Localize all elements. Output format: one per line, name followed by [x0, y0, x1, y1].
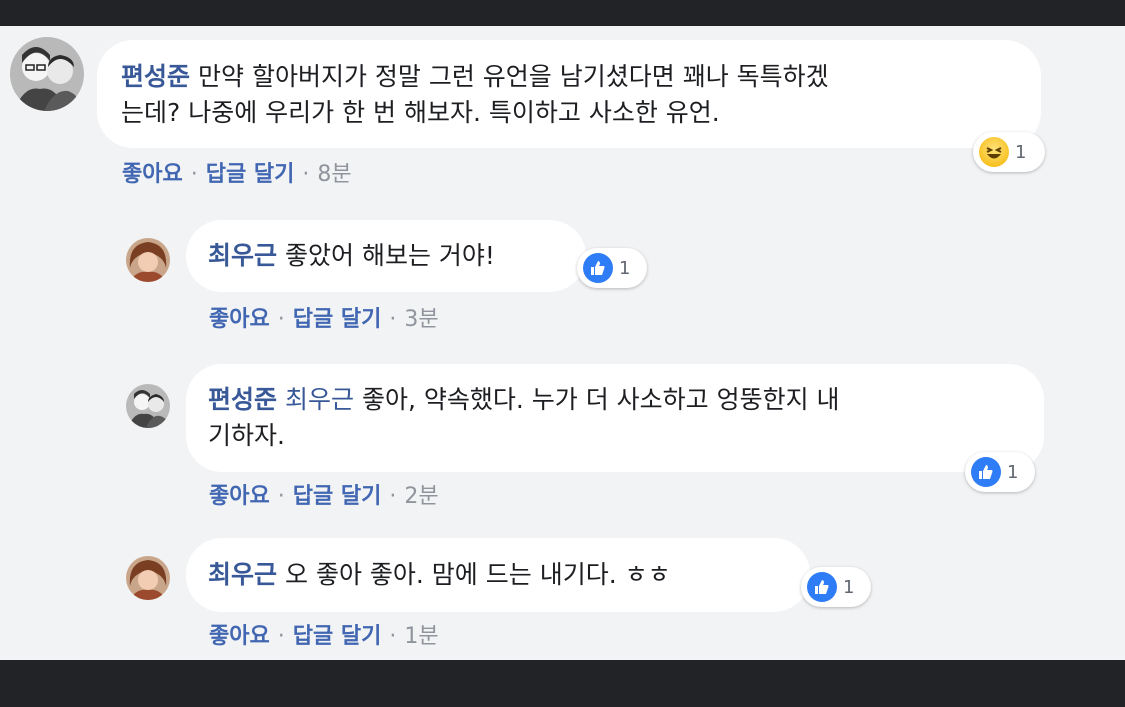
person-avatar-icon [126, 238, 170, 282]
reply-button[interactable]: 답글 달기 [206, 162, 295, 187]
reaction-count: 1 [619, 257, 631, 279]
separator: · [277, 624, 285, 649]
avatar[interactable] [10, 37, 84, 111]
timestamp[interactable]: 2분 [404, 484, 438, 509]
reply-button[interactable]: 답글 달기 [293, 484, 382, 509]
like-button[interactable]: 좋아요 [209, 484, 270, 509]
comment-bubble: 최우근 오 좋아 좋아. 맘에 드는 내기다. ㅎㅎ [186, 538, 810, 612]
reaction-badge[interactable]: 1 [965, 452, 1035, 492]
reaction-count: 1 [843, 576, 855, 598]
couple-avatar-icon [126, 384, 170, 428]
separator: · [389, 484, 397, 509]
comment-text: 는데? 나중에 우리가 한 번 해보자. 특이하고 사소한 유언. [121, 98, 720, 127]
comment-bubble: 최우근 좋았어 해보는 거야! [186, 220, 586, 292]
comment-actions: 좋아요 · 답글 달기 · 1분 [209, 618, 439, 650]
like-icon [583, 253, 613, 283]
like-icon [807, 572, 837, 602]
comment-actions: 좋아요 · 답글 달기 · 3분 [209, 301, 439, 333]
comment-line: 편성준 최우근 좋아, 약속했다. 누가 더 사소하고 엉뚱한지 내 [208, 382, 1022, 418]
comment-text: 좋아, 약속했다. 누가 더 사소하고 엉뚱한지 내 [361, 385, 840, 414]
reaction-badge[interactable]: 1 [973, 132, 1045, 172]
comment-actions: 좋아요 · 답글 달기 · 2분 [209, 478, 439, 510]
avatar[interactable] [126, 238, 170, 282]
timestamp[interactable]: 1분 [404, 624, 438, 649]
comment-bubble: 편성준 만약 할아버지가 정말 그런 유언을 남기셨다면 꽤나 독특하겠 는데? … [97, 40, 1041, 148]
avatar[interactable] [126, 384, 170, 428]
comment-actions: 좋아요 · 답글 달기 · 8분 [122, 156, 352, 188]
comment-text: 좋았어 해보는 거야! [285, 241, 495, 270]
comment-thread: 편성준 만약 할아버지가 정말 그런 유언을 남기셨다면 꽤나 독특하겠 는데? … [0, 26, 1125, 660]
comment-author[interactable]: 편성준 [121, 62, 190, 91]
reaction-badge[interactable]: 1 [801, 567, 871, 607]
like-button[interactable]: 좋아요 [122, 162, 183, 187]
reaction-badge[interactable]: 1 [577, 248, 647, 288]
comment-text: 오 좋아 좋아. 맘에 드는 내기다. ㅎㅎ [285, 560, 671, 589]
haha-icon [979, 137, 1009, 167]
comment-author[interactable]: 편성준 [208, 385, 277, 414]
like-button[interactable]: 좋아요 [209, 624, 270, 649]
separator: · [302, 162, 310, 187]
reply-button[interactable]: 답글 달기 [293, 624, 382, 649]
reaction-count: 1 [1015, 141, 1027, 163]
comment-text: 기하자. [208, 421, 285, 450]
reply-button[interactable]: 답글 달기 [293, 307, 382, 332]
separator: · [389, 307, 397, 332]
couple-avatar-icon [10, 37, 84, 111]
mention-link[interactable]: 최우근 [285, 385, 354, 414]
separator: · [277, 307, 285, 332]
separator: · [389, 624, 397, 649]
comment-bubble: 편성준 최우근 좋아, 약속했다. 누가 더 사소하고 엉뚱한지 내 기하자. [186, 364, 1044, 472]
like-button[interactable]: 좋아요 [209, 307, 270, 332]
separator: · [277, 484, 285, 509]
person-avatar-icon [126, 556, 170, 600]
like-icon [971, 457, 1001, 487]
comment-line: 편성준 만약 할아버지가 정말 그런 유언을 남기셨다면 꽤나 독특하겠 [121, 59, 1017, 95]
comment-text: 만약 할아버지가 정말 그런 유언을 남기셨다면 꽤나 독특하겠 [198, 62, 829, 91]
comment-author[interactable]: 최우근 [208, 241, 277, 270]
avatar[interactable] [126, 556, 170, 600]
separator: · [190, 162, 198, 187]
timestamp[interactable]: 8분 [317, 162, 351, 187]
timestamp[interactable]: 3분 [404, 307, 438, 332]
comment-author[interactable]: 최우근 [208, 560, 277, 589]
reaction-count: 1 [1007, 461, 1019, 483]
